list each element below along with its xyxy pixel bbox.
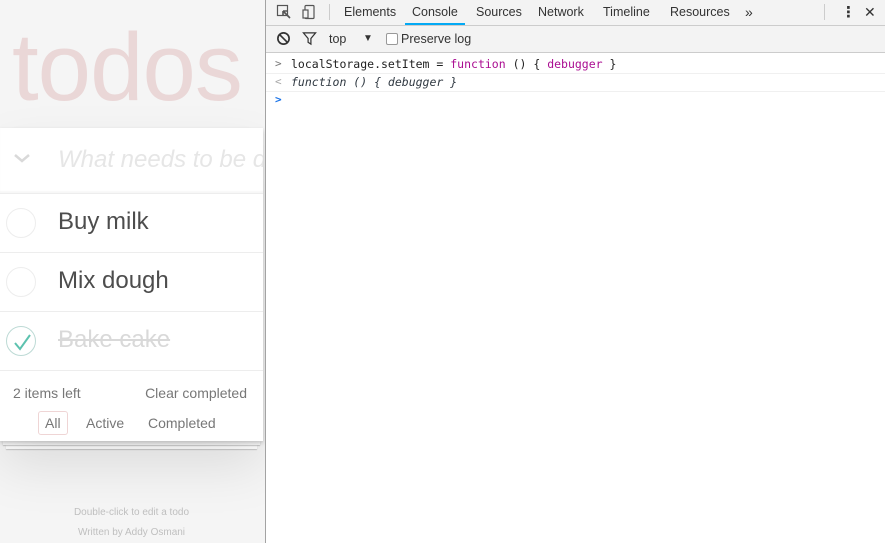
- todo-item[interactable]: Mix dough: [0, 253, 263, 312]
- tab-network[interactable]: Network: [531, 0, 591, 25]
- todo-toggle-checkbox[interactable]: [6, 208, 36, 238]
- todo-list-card: Buy milk Mix dough Bake cake 2 items lef…: [0, 128, 263, 441]
- context-selector[interactable]: top: [329, 26, 346, 52]
- todo-app: todos Buy milk Mix dough Bake cake: [0, 0, 265, 543]
- items-left-count: 2 items left: [13, 385, 81, 401]
- filter-all[interactable]: All: [38, 411, 68, 435]
- console-command: localStorage.setItem = function () { deb…: [291, 55, 616, 73]
- filter-completed[interactable]: Completed: [141, 411, 223, 435]
- console-result-line: < function () { debugger }: [266, 73, 885, 92]
- toolbar-divider: [824, 4, 825, 20]
- checkmark-icon: [14, 334, 31, 351]
- console-prompt-line[interactable]: >: [266, 91, 885, 113]
- tab-elements[interactable]: Elements: [337, 0, 403, 25]
- more-tabs-icon[interactable]: »: [738, 0, 760, 25]
- tab-resources[interactable]: Resources: [663, 0, 737, 25]
- new-todo-input[interactable]: [58, 142, 263, 178]
- command-text: localStorage.setItem =: [291, 57, 451, 71]
- clear-completed-button[interactable]: Clear completed: [145, 385, 247, 401]
- command-keyword: function: [450, 57, 506, 71]
- info-author: Written by Addy Osmani: [77, 527, 186, 538]
- console-result: function () { debugger }: [291, 75, 458, 89]
- inspect-element-icon[interactable]: [276, 4, 292, 20]
- command-keyword: debugger: [547, 57, 603, 71]
- command-text: () {: [505, 57, 548, 71]
- todo-item-completed[interactable]: Bake cake: [0, 312, 263, 371]
- filter-icon[interactable]: [302, 31, 318, 47]
- info-edit-hint: Double-click to edit a todo: [73, 507, 190, 518]
- close-icon[interactable]: ✕: [857, 0, 883, 25]
- devtools-panel: Elements Console Sources Network Timelin…: [265, 0, 885, 543]
- output-arrow-icon: <: [275, 75, 282, 88]
- input-prompt-icon: >: [275, 57, 282, 70]
- tab-sources[interactable]: Sources: [469, 0, 529, 25]
- list-stack-shadow: [3, 441, 260, 445]
- todo-label[interactable]: Mix dough: [58, 267, 169, 295]
- devtools-tab-bar: Elements Console Sources Network Timelin…: [266, 0, 885, 26]
- tab-timeline[interactable]: Timeline: [596, 0, 657, 25]
- toolbar-divider: [329, 4, 330, 20]
- preserve-log-checkbox[interactable]: [386, 33, 398, 45]
- device-mode-icon[interactable]: [302, 4, 318, 20]
- clear-console-icon[interactable]: [276, 31, 292, 47]
- tab-console[interactable]: Console: [405, 0, 465, 25]
- console-output: > localStorage.setItem = function () { d…: [266, 53, 885, 543]
- console-toolbar: top ▼ Preserve log: [266, 26, 885, 53]
- console-input-line: > localStorage.setItem = function () { d…: [266, 55, 885, 74]
- command-text: }: [602, 57, 617, 71]
- app-title: todos: [12, 14, 243, 121]
- list-stack-shadow: [6, 445, 257, 449]
- toggle-all-chevron-icon[interactable]: [10, 146, 34, 170]
- filter-active[interactable]: Active: [79, 411, 131, 435]
- todo-toggle-checkbox[interactable]: [6, 267, 36, 297]
- todo-item[interactable]: Buy milk: [0, 194, 263, 253]
- todo-toggle-checkbox-checked[interactable]: [6, 326, 36, 356]
- context-dropdown-arrow-icon[interactable]: ▼: [363, 26, 373, 52]
- new-todo-row: [0, 128, 263, 194]
- context-selector-value: top: [329, 32, 347, 46]
- console-prompt-icon: >: [275, 93, 282, 106]
- todo-footer: 2 items left Clear completed All Active …: [0, 372, 263, 441]
- todo-label[interactable]: Bake cake: [58, 326, 170, 354]
- preserve-log-label[interactable]: Preserve log: [401, 26, 471, 52]
- todo-label[interactable]: Buy milk: [58, 208, 149, 236]
